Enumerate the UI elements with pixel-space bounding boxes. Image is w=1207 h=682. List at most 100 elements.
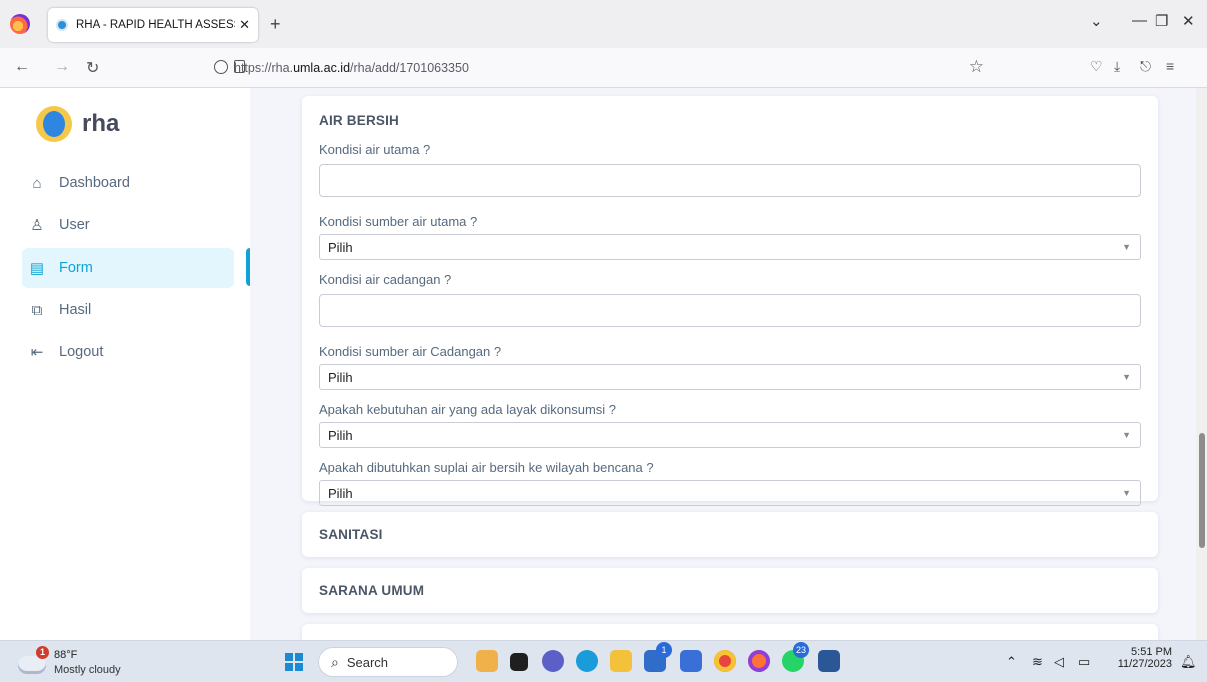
user-icon: ♙ [30, 217, 44, 234]
suplai-air-bersih-select[interactable]: Pilih ▼ [319, 480, 1141, 506]
browser-tab-strip: RHA - RAPID HEALTH ASSESSM ✕ + ⌄ — ❐ ✕ [0, 0, 1207, 48]
url-text[interactable]: https://rha.umla.ac.id/rha/add/170106335… [234, 61, 469, 75]
field-label: Kondisi sumber air Cadangan ? [319, 344, 502, 359]
field-label: Kondisi air utama ? [319, 142, 431, 157]
sidebar-item-hasil[interactable]: ⧉ Hasil [22, 290, 234, 330]
main-content: AIR BERSIH Kondisi air utama ? Kondisi s… [262, 88, 1184, 640]
back-icon[interactable]: ← [14, 58, 30, 76]
field-label: Apakah dibutuhkan suplai air bersih ke w… [319, 460, 654, 475]
field-label: Kondisi sumber air utama ? [319, 214, 478, 229]
scrollbar-thumb[interactable] [1199, 433, 1205, 548]
wifi-icon[interactable]: ≋ [1032, 654, 1043, 670]
url-domain: umla.ac.id [293, 61, 351, 75]
kondisi-air-utama-input[interactable] [319, 164, 1141, 197]
brand[interactable]: rha [36, 106, 119, 142]
browser-tab[interactable]: RHA - RAPID HEALTH ASSESSM ✕ [48, 8, 258, 42]
chevron-down-icon: ▼ [1122, 372, 1131, 382]
section-card-next[interactable] [302, 624, 1158, 640]
page: rha ⌂ Dashboard ♙ User ▤ Form ⧉ Hasil ⇤ … [0, 88, 1207, 640]
start-button[interactable] [285, 653, 303, 671]
kebutuhan-air-layak-select[interactable]: Pilih ▼ [319, 422, 1141, 448]
tab-title: RHA - RAPID HEALTH ASSESSM [76, 19, 236, 31]
home-icon: ⌂ [32, 174, 42, 192]
time: 5:51 PM [1131, 646, 1172, 658]
restore-icon[interactable]: ❐ [1155, 12, 1168, 30]
copy-icon: ⧉ [31, 301, 43, 319]
date: 11/27/2023 [1117, 658, 1172, 670]
brand-name: rha [82, 110, 120, 137]
taskbar-search[interactable]: ⌕ Search [318, 647, 458, 677]
store-badge: 1 [656, 642, 672, 658]
section-card-sarana-umum[interactable]: SARANA UMUM [302, 568, 1158, 613]
kondisi-air-cadangan-input[interactable] [319, 294, 1141, 327]
edge-icon[interactable] [576, 650, 598, 672]
whatsapp-badge: 23 [793, 642, 809, 658]
sidebar-item-user[interactable]: ♙ User [22, 205, 234, 245]
teams-icon[interactable] [542, 650, 564, 672]
notification-bell-icon[interactable]: 🔔︎ [1180, 654, 1197, 670]
select-value: Pilih [328, 240, 353, 255]
close-tab-icon[interactable]: ✕ [239, 17, 250, 33]
word-icon[interactable] [818, 650, 840, 672]
clock[interactable]: 5:51 PM 11/27/2023 [1110, 646, 1172, 670]
downloads-icon[interactable]: ⤓ [1114, 58, 1120, 75]
new-tab-button[interactable]: + [270, 14, 281, 35]
active-indicator [246, 248, 250, 286]
firefox-taskbar-icon[interactable] [748, 650, 770, 672]
page-scrollbar[interactable] [1196, 88, 1207, 640]
pocket-icon[interactable]: ♡ [1090, 58, 1103, 75]
sidebar: rha ⌂ Dashboard ♙ User ▤ Form ⧉ Hasil ⇤ … [0, 88, 250, 640]
volume-icon[interactable]: ◁ [1054, 654, 1064, 670]
form-icon: ▤ [29, 260, 45, 277]
tray-chevron-up-icon[interactable]: ⌃ [1006, 654, 1017, 670]
taskbar: 1 88°F Mostly cloudy ⌕ Search 1 23 ⌃ ≋ ◁… [0, 640, 1207, 682]
share-icon[interactable]: ⎋ [1140, 58, 1151, 75]
chevron-down-icon: ▼ [1122, 242, 1131, 252]
chevron-down-icon: ▼ [1122, 488, 1131, 498]
browser-navbar: ← → ↻ https://rha.umla.ac.id/rha/add/170… [0, 48, 1207, 88]
widgets-app-icon[interactable] [476, 650, 498, 672]
select-value: Pilih [328, 486, 353, 501]
site-favicon-icon [56, 19, 68, 31]
address-bar[interactable]: https://rha.umla.ac.id/rha/add/170106335… [186, 54, 994, 82]
logout-icon: ⇤ [30, 344, 44, 361]
lock-icon[interactable] [234, 60, 245, 73]
section-card-sanitasi[interactable]: SANITASI [302, 512, 1158, 557]
sidebar-item-label: Dashboard [59, 175, 130, 191]
bookmark-star-icon[interactable]: ☆ [969, 57, 984, 77]
url-path: /rha/add/1701063350 [350, 61, 469, 75]
battery-icon[interactable]: ▭ [1078, 654, 1090, 670]
sidebar-item-label: Logout [59, 344, 104, 360]
chrome-icon[interactable] [714, 650, 736, 672]
sidebar-item-logout[interactable]: ⇤ Logout [22, 332, 234, 372]
kondisi-sumber-air-cadangan-select[interactable]: Pilih ▼ [319, 364, 1141, 390]
sidebar-item-dashboard[interactable]: ⌂ Dashboard [22, 163, 234, 203]
file-explorer-icon[interactable] [610, 650, 632, 672]
weather-description: Mostly cloudy [54, 664, 121, 676]
minimize-icon[interactable]: — [1132, 12, 1147, 29]
search-label: Search [346, 654, 389, 670]
menu-icon[interactable]: ≡ [1166, 58, 1174, 74]
sidebar-item-label: User [59, 217, 90, 233]
brand-logo-icon [36, 106, 72, 142]
section-title: SANITASI [319, 527, 383, 542]
task-view-icon[interactable] [510, 653, 528, 671]
search-icon: ⌕ [331, 653, 339, 670]
tracking-shield-icon[interactable] [214, 60, 228, 74]
section-card-air-bersih: AIR BERSIH Kondisi air utama ? Kondisi s… [302, 96, 1158, 506]
reload-icon[interactable]: ↻ [86, 58, 99, 78]
select-value: Pilih [328, 370, 353, 385]
weather-alert-badge: 1 [36, 646, 49, 659]
firefox-icon[interactable] [10, 14, 30, 34]
field-label: Apakah kebutuhan air yang ada layak diko… [319, 402, 617, 417]
window-close-icon[interactable]: ✕ [1182, 12, 1195, 30]
select-value: Pilih [328, 428, 353, 443]
temperature: 88°F [54, 649, 78, 661]
sidebar-item-form[interactable]: ▤ Form [22, 248, 234, 288]
section-title: AIR BERSIH [319, 113, 400, 128]
kondisi-sumber-air-utama-select[interactable]: Pilih ▼ [319, 234, 1141, 260]
app-icon[interactable] [680, 650, 702, 672]
forward-icon[interactable]: → [54, 58, 70, 76]
list-all-tabs-icon[interactable]: ⌄ [1090, 12, 1103, 30]
chevron-down-icon: ▼ [1122, 430, 1131, 440]
